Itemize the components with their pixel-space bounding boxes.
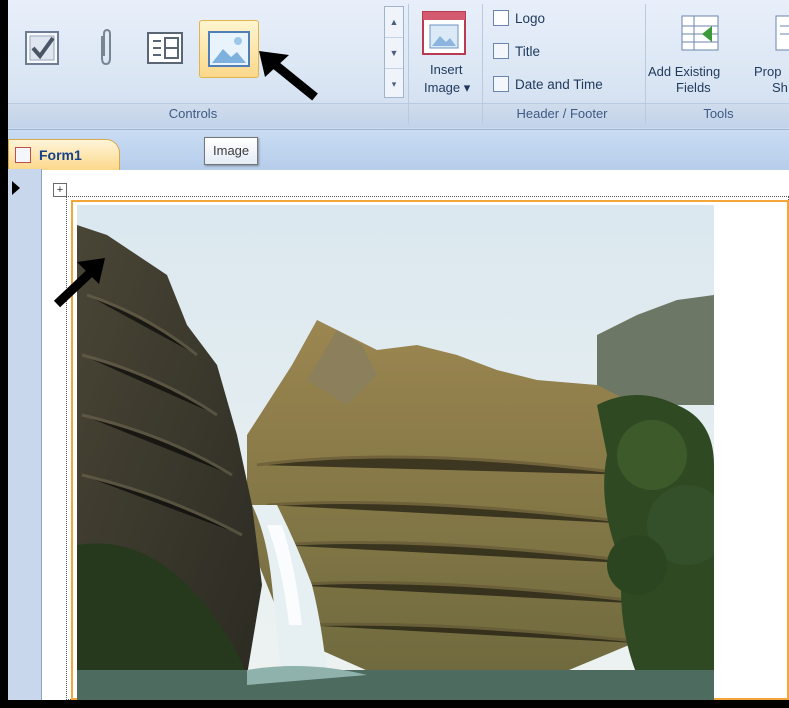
tab-form1-label: Form1 (39, 147, 82, 163)
logo-icon (493, 10, 509, 26)
title-label: Title (515, 43, 541, 59)
group-label-controls: Controls (168, 106, 218, 121)
insert-image-button[interactable]: Insert Image ▾ (412, 6, 476, 102)
ribbon: ▲ ▼ ▾ Controls Insert Image ▾ Logo Title (8, 0, 789, 129)
tab-form1[interactable]: Form1 (8, 139, 120, 170)
logo-label: Logo (515, 10, 546, 26)
checkbox-icon (25, 31, 59, 65)
date-and-time-button[interactable]: Date and Time (493, 76, 603, 92)
record-selector-bar (8, 169, 42, 700)
image-control-icon (208, 31, 250, 67)
insert-image-icon (422, 11, 466, 55)
callout-arrow-icon (53, 258, 105, 308)
scroll-down-arrow-icon[interactable]: ▼ (385, 38, 403, 69)
property-sheet-icon (775, 15, 789, 51)
property-sheet-label-line1: Prop (754, 64, 782, 79)
add-existing-fields-label-line1: Add Existing (648, 64, 721, 79)
calendar-clock-icon (493, 76, 509, 92)
controls-gallery-scroll[interactable]: ▲ ▼ ▾ (384, 6, 404, 98)
group-divider (645, 4, 646, 124)
paperclip-icon (101, 28, 111, 66)
subform-icon (147, 32, 183, 64)
callout-arrow-icon (259, 51, 318, 101)
add-existing-fields-icon (681, 15, 719, 51)
waterfall-photo[interactable] (77, 205, 714, 700)
form-icon (15, 147, 31, 163)
group-label-tools: Tools (703, 106, 734, 121)
move-handle-icon[interactable]: + (53, 183, 67, 197)
insert-image-label-line1: Insert (430, 62, 463, 77)
app-window: ▲ ▼ ▾ Controls Insert Image ▾ Logo Title (8, 0, 789, 700)
scroll-up-arrow-icon[interactable]: ▲ (385, 7, 403, 38)
record-selector-icon[interactable] (12, 181, 20, 195)
gallery-more-icon[interactable]: ▾ (385, 69, 403, 99)
property-sheet-label-line2: Sh (772, 80, 788, 95)
title-icon (493, 43, 509, 59)
document-tab-bar: Form1 (8, 129, 789, 170)
add-existing-fields-label-line2: Fields (676, 80, 711, 95)
group-label-header-footer: Header / Footer (516, 106, 608, 121)
add-existing-fields-button[interactable]: Add Existing Fields (648, 6, 752, 102)
date-and-time-label: Date and Time (515, 76, 603, 92)
title-button[interactable]: Title (493, 43, 540, 59)
attachment-control-button[interactable] (88, 26, 124, 70)
group-divider (408, 4, 409, 124)
logo-button[interactable]: Logo (493, 10, 545, 26)
checkbox-control-button[interactable] (20, 26, 64, 70)
insert-image-label-line2: Image ▾ (424, 80, 471, 95)
image-control-button[interactable] (199, 20, 259, 78)
subform-control-button[interactable] (140, 26, 190, 70)
waterfall-image (77, 205, 714, 700)
property-sheet-button[interactable]: Prop Sh (754, 6, 789, 102)
image-tooltip: Image (204, 137, 259, 165)
